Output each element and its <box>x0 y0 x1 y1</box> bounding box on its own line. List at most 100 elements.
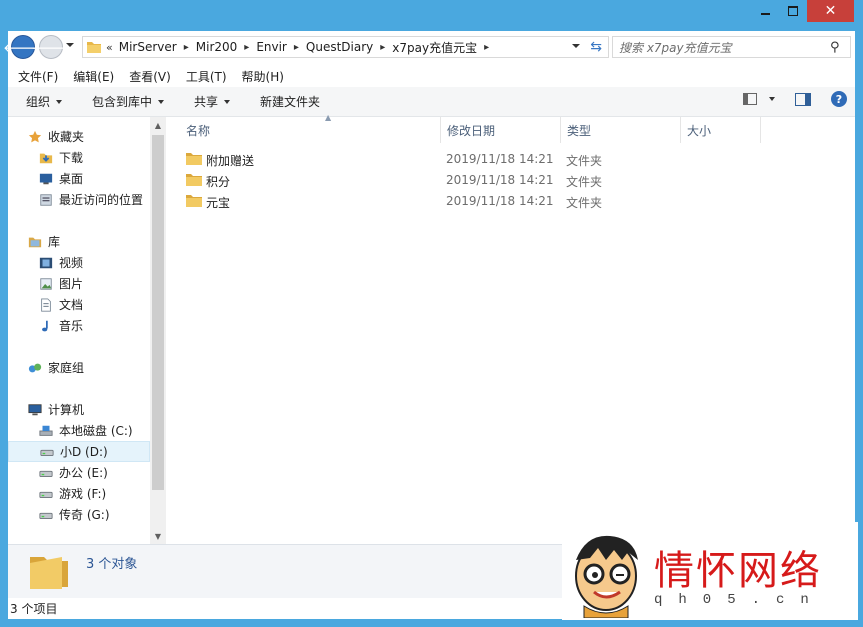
nav-homegroup[interactable]: 家庭组 <box>8 357 150 378</box>
close-button[interactable]: ✕ <box>807 0 854 22</box>
menu-bar: 文件(F) 编辑(E) 查看(V) 工具(T) 帮助(H) <box>8 65 855 87</box>
scrollbar-thumb[interactable] <box>152 135 164 490</box>
organize-button[interactable]: 组织 <box>18 93 70 110</box>
breadcrumb-item[interactable]: x7pay充值元宝 <box>390 39 479 56</box>
title-bar[interactable]: ✕ <box>0 0 863 31</box>
menu-edit[interactable]: 编辑(E) <box>68 68 119 85</box>
address-dropdown-icon[interactable] <box>572 44 580 48</box>
overflow-chevron-icon[interactable]: « <box>106 41 113 54</box>
column-header-size[interactable]: 大小 <box>681 117 761 143</box>
computer-group: 计算机 本地磁盘 (C:) 小D (D:) 办公 (E:) 游戏 (F:) 传奇… <box>8 399 150 525</box>
nav-documents[interactable]: 文档 <box>8 294 150 315</box>
item-count: 3 个项目 <box>10 602 58 616</box>
refresh-icon[interactable]: ⇆ <box>590 39 602 55</box>
maximize-icon <box>788 6 798 16</box>
nav-item-label: 小D (D:) <box>60 445 108 459</box>
search-input[interactable]: 搜索 x7pay充值元宝 <box>613 39 830 56</box>
drive-icon <box>39 470 53 477</box>
folder-icon <box>87 42 101 53</box>
breadcrumb-separator-icon[interactable]: ▸ <box>289 42 304 53</box>
nav-downloads[interactable]: 下载 <box>8 147 150 168</box>
nav-favorites[interactable]: 收藏夹 <box>8 126 150 147</box>
breadcrumb-item[interactable]: MirServer <box>117 40 179 54</box>
document-icon <box>41 297 51 312</box>
nav-music[interactable]: 音乐 <box>8 315 150 336</box>
help-icon[interactable]: ? <box>831 91 847 107</box>
column-header-date[interactable]: 修改日期 <box>441 117 561 143</box>
menu-view[interactable]: 查看(V) <box>124 68 176 85</box>
scroll-down-icon[interactable]: ▼ <box>150 528 166 544</box>
file-row[interactable]: 附加赠送 2019/11/18 14:21 文件夹 <box>166 149 855 170</box>
nav-drive-e[interactable]: 办公 (E:) <box>8 462 150 483</box>
nav-drive-g[interactable]: 传奇 (G:) <box>8 504 150 525</box>
column-header-name[interactable]: 名称 ▲ <box>180 113 441 143</box>
file-date: 2019/11/18 14:21 <box>446 173 554 187</box>
menu-file[interactable]: 文件(F) <box>13 68 63 85</box>
music-icon <box>42 320 48 331</box>
explorer-window: ✕ 🡐 🡒 « MirServer ▸ Mir200 ▸ Envir ▸ Que… <box>0 0 863 627</box>
new-folder-button[interactable]: 新建文件夹 <box>252 93 328 110</box>
file-row[interactable]: 积分 2019/11/18 14:21 文件夹 <box>166 170 855 191</box>
search-icon[interactable]: ⚲ <box>830 40 850 55</box>
column-name-label: 名称 <box>186 123 211 138</box>
nav-item-label: 文档 <box>59 298 84 312</box>
chevron-down-icon[interactable] <box>769 97 775 101</box>
menu-tools[interactable]: 工具(T) <box>181 68 232 85</box>
nav-item-label: 图片 <box>59 277 84 291</box>
nav-computer-label: 计算机 <box>48 403 85 417</box>
navigation-scrollbar[interactable]: ▲ ▼ <box>150 117 166 544</box>
arrow-right-icon: 🡒 <box>30 38 72 57</box>
nav-drive-f[interactable]: 游戏 (F:) <box>8 483 150 504</box>
folder-large-icon <box>30 557 68 589</box>
nav-desktop[interactable]: 桌面 <box>8 168 150 189</box>
column-date-label: 修改日期 <box>447 123 496 138</box>
nav-recent-places[interactable]: 最近访问的位置 <box>8 189 150 210</box>
nav-videos[interactable]: 视频 <box>8 252 150 273</box>
file-row[interactable]: 元宝 2019/11/18 14:21 文件夹 <box>166 191 855 212</box>
nav-item-label: 游戏 (F:) <box>59 487 107 501</box>
computer-icon <box>28 403 42 415</box>
nav-computer[interactable]: 计算机 <box>8 399 150 420</box>
selection-count: 3 个对象 <box>86 557 138 572</box>
minimize-button[interactable] <box>752 0 778 22</box>
preview-pane-icon[interactable] <box>795 92 811 106</box>
file-name: 附加赠送 <box>206 154 255 168</box>
address-bar[interactable]: « MirServer ▸ Mir200 ▸ Envir ▸ QuestDiar… <box>82 36 609 58</box>
breadcrumb-separator-icon[interactable]: ▸ <box>375 42 390 53</box>
forward-button[interactable]: 🡒 <box>31 35 71 59</box>
menu-help[interactable]: 帮助(H) <box>237 68 289 85</box>
folder-icon <box>186 174 202 186</box>
chevron-down-icon <box>224 99 231 104</box>
navigation-row: 🡐 🡒 « MirServer ▸ Mir200 ▸ Envir ▸ Quest… <box>3 31 855 64</box>
file-date: 2019/11/18 14:21 <box>446 194 554 208</box>
breadcrumb-separator-icon[interactable]: ▸ <box>479 42 494 53</box>
scroll-up-icon[interactable]: ▲ <box>150 117 166 133</box>
breadcrumb-item[interactable]: QuestDiary <box>304 40 375 54</box>
nav-item-label: 最近访问的位置 <box>59 193 144 207</box>
nav-libraries[interactable]: 库 <box>8 231 150 252</box>
recent-places-icon <box>40 193 52 206</box>
homegroup-icon <box>28 363 42 372</box>
maximize-button[interactable] <box>780 0 806 22</box>
downloads-icon <box>39 153 53 163</box>
view-options-icon[interactable] <box>743 93 757 105</box>
breadcrumb-separator-icon[interactable]: ▸ <box>239 42 254 53</box>
breadcrumb-separator-icon[interactable]: ▸ <box>179 42 194 53</box>
search-box[interactable]: 搜索 x7pay充值元宝 ⚲ <box>612 36 851 58</box>
file-name: 元宝 <box>206 196 231 210</box>
recent-locations-dropdown[interactable] <box>66 43 74 47</box>
nav-item-label: 视频 <box>59 256 84 270</box>
breadcrumb-item[interactable]: Envir <box>254 40 289 54</box>
include-in-library-button[interactable]: 包含到库中 <box>84 93 172 110</box>
column-header-type[interactable]: 类型 <box>561 117 681 143</box>
nav-item-label: 音乐 <box>59 319 84 333</box>
watermark: 情怀网络 qh05.cn <box>562 522 858 620</box>
nav-drive-c[interactable]: 本地磁盘 (C:) <box>8 420 150 441</box>
breadcrumb-item[interactable]: Mir200 <box>194 40 240 54</box>
share-button[interactable]: 共享 <box>186 93 238 110</box>
nav-pictures[interactable]: 图片 <box>8 273 150 294</box>
nav-drive-d[interactable]: 小D (D:) <box>8 441 150 462</box>
libraries-group: 库 视频 图片 文档 音乐 <box>8 231 150 336</box>
chevron-down-icon <box>56 99 63 104</box>
video-icon <box>39 257 53 268</box>
